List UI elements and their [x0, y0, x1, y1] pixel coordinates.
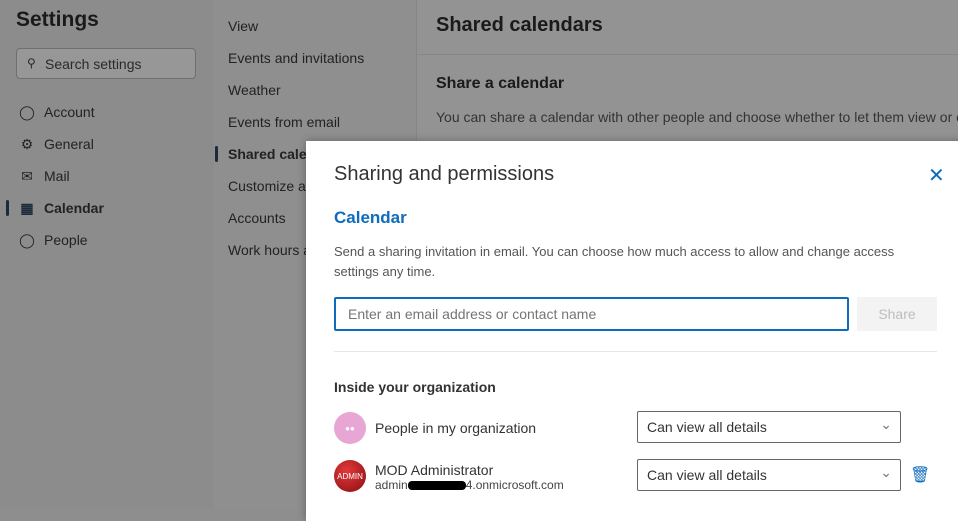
close-icon[interactable]: ✕ [928, 163, 945, 188]
calendar-icon: ▦ [20, 199, 34, 216]
subnav-view[interactable]: View [214, 10, 416, 42]
settings-title: Settings [16, 8, 99, 31]
email-input[interactable] [334, 297, 849, 331]
dialog-description: Send a sharing invitation in email. You … [334, 244, 895, 279]
section-title: Share a calendar [436, 75, 565, 92]
chevron-down-icon: ⌄ [880, 416, 892, 432]
person-name: MOD Administrator [375, 462, 494, 478]
people-group-icon: ●● [334, 412, 366, 444]
divider [334, 351, 937, 352]
people-icon: ◯ [19, 231, 35, 248]
subnav-events-invitations[interactable]: Events and invitations [214, 42, 416, 74]
share-button[interactable]: Share [857, 297, 937, 331]
dialog-title: Sharing and permissions [334, 163, 555, 185]
section-description: You can share a calendar with other peop… [436, 109, 958, 125]
person-name: People in my organization [375, 420, 537, 436]
nav-people[interactable]: ◯ People [0, 224, 214, 256]
avatar: ADMIN [334, 460, 366, 492]
calendar-name: Calendar [334, 208, 407, 227]
subnav-weather[interactable]: Weather [214, 74, 416, 106]
trash-icon[interactable]: 🗑 [910, 465, 930, 485]
nav-account[interactable]: ◯ Account [0, 96, 214, 128]
nav-general[interactable]: ⚙ General [0, 128, 214, 160]
person-email: admin 4.onmicrosoft.com [375, 478, 564, 492]
nav-mail[interactable]: ✉ Mail [0, 160, 214, 192]
permission-row: ●● People in my organization Can view al… [334, 408, 954, 448]
nav-calendar[interactable]: ▦ Calendar [0, 192, 214, 224]
sharing-dialog: Sharing and permissions ✕ Calendar Send … [306, 141, 958, 521]
permission-row: ADMIN MOD Administrator admin 4.onmicroso… [334, 456, 954, 496]
gear-icon: ⚙ [20, 135, 34, 152]
redaction [407, 481, 466, 491]
mail-icon: ✉ [21, 167, 33, 184]
search-settings-input[interactable]: ⚲ Search settings [16, 48, 196, 79]
permission-dropdown[interactable]: Can view all details ⌄ [637, 459, 901, 491]
inside-org-heading: Inside your organization [334, 379, 496, 395]
chevron-down-icon: ⌄ [880, 464, 892, 480]
divider [416, 54, 958, 55]
subnav-events-from-email[interactable]: Events from email [214, 106, 416, 138]
search-icon: ⚲ [27, 56, 36, 70]
person-icon: ◯ [19, 103, 35, 120]
page-title: Shared calendars [436, 14, 603, 36]
permission-dropdown[interactable]: Can view all details ⌄ [637, 411, 901, 443]
